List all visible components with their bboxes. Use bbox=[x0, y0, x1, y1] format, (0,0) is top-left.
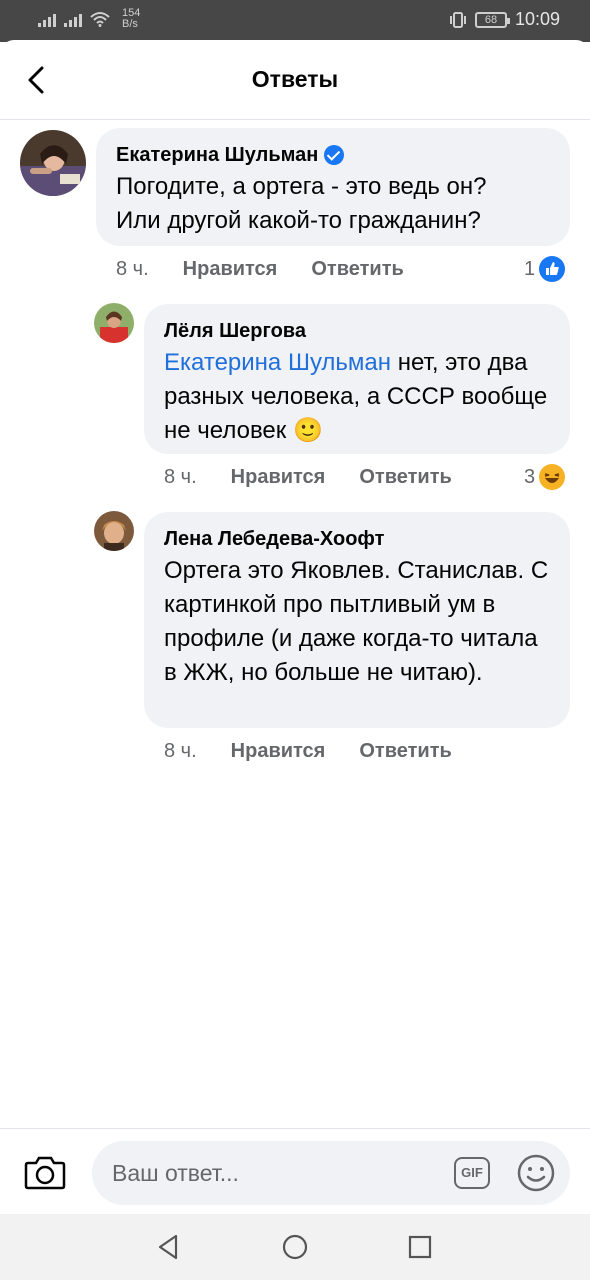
comment-bubble[interactable]: Екатерина Шульман Погодите, а ортега - э… bbox=[96, 128, 570, 246]
header: Ответы bbox=[0, 40, 590, 120]
comment-text-line: Или другой какой-то гражданин? bbox=[116, 207, 481, 234]
system-nav-bar bbox=[0, 1214, 590, 1280]
network-speed: 154 B/s bbox=[122, 8, 140, 30]
gif-button[interactable]: GIF bbox=[454, 1157, 490, 1189]
reply-box[interactable]: GIF bbox=[92, 1141, 570, 1205]
comment-actions: 8 ч. Нравится Ответить bbox=[164, 740, 452, 763]
comment-time: 8 ч. bbox=[116, 258, 149, 280]
comment-time: 8 ч. bbox=[164, 740, 197, 762]
like-button[interactable]: Нравится bbox=[231, 740, 326, 763]
verified-badge-icon bbox=[324, 145, 345, 165]
comment-author[interactable]: Лёля Шергова bbox=[164, 318, 306, 344]
status-bar: 154 B/s 68 10:09 bbox=[0, 0, 590, 42]
camera-icon[interactable] bbox=[24, 1153, 66, 1191]
smiley-emoji: 🙂 bbox=[292, 417, 323, 444]
reply-button[interactable]: Ответить bbox=[359, 740, 451, 763]
wifi-icon bbox=[90, 12, 110, 27]
reply-button[interactable]: Ответить bbox=[311, 258, 403, 281]
like-button[interactable]: Нравится bbox=[231, 466, 326, 489]
reaction-count: 1 bbox=[524, 257, 536, 280]
reaction-summary[interactable]: 1 bbox=[524, 256, 566, 282]
page-title: Ответы bbox=[251, 66, 339, 92]
vibrate-icon bbox=[449, 11, 466, 28]
comment-bubble[interactable]: Лена Лебедева-Хоофт Ортега это Яковлев. … bbox=[144, 512, 570, 728]
status-left: 154 B/s bbox=[38, 8, 140, 30]
comment-time: 8 ч. bbox=[164, 466, 197, 488]
reply-composer: GIF bbox=[0, 1128, 590, 1214]
emoji-icon[interactable] bbox=[516, 1153, 556, 1193]
status-right: 68 10:09 bbox=[449, 9, 560, 30]
comment-author[interactable]: Екатерина Шульман bbox=[116, 142, 318, 168]
laugh-icon bbox=[539, 464, 566, 490]
nav-back-icon[interactable] bbox=[154, 1232, 184, 1262]
comment-text-line: Погодите, а ортега - это ведь он? bbox=[116, 173, 487, 200]
comment-actions: 8 ч. Нравится Ответить bbox=[164, 466, 452, 489]
nav-recents-icon[interactable] bbox=[405, 1232, 435, 1262]
avatar[interactable] bbox=[94, 511, 134, 551]
clock: 10:09 bbox=[514, 9, 560, 29]
avatar[interactable] bbox=[20, 130, 86, 196]
reply-input[interactable] bbox=[112, 1153, 432, 1193]
reaction-summary[interactable]: 3 bbox=[524, 464, 566, 490]
signal-icon bbox=[38, 11, 56, 27]
nav-home-icon[interactable] bbox=[280, 1232, 310, 1262]
comment-bubble[interactable]: Лёля Шергова Екатерина Шульман нет, это … bbox=[144, 304, 570, 454]
like-icon bbox=[539, 256, 566, 282]
network-speed-unit: B/s bbox=[122, 18, 138, 30]
reply-button[interactable]: Ответить bbox=[359, 466, 451, 489]
signal-icon bbox=[64, 11, 82, 27]
battery-icon: 68 bbox=[474, 11, 510, 28]
comment-text: Екатерина Шульман нет, это два разных че… bbox=[164, 346, 550, 448]
mention-link[interactable]: Екатерина Шульман bbox=[164, 349, 391, 376]
like-button[interactable]: Нравится bbox=[183, 258, 278, 281]
comment-text: Ортега это Яковлев. Станислав. С картинк… bbox=[164, 557, 549, 686]
comment-actions: 8 ч. Нравится Ответить bbox=[116, 258, 404, 281]
avatar[interactable] bbox=[94, 303, 134, 343]
comment-author[interactable]: Лена Лебедева-Хоофт bbox=[164, 526, 384, 552]
reaction-count: 3 bbox=[524, 465, 536, 488]
